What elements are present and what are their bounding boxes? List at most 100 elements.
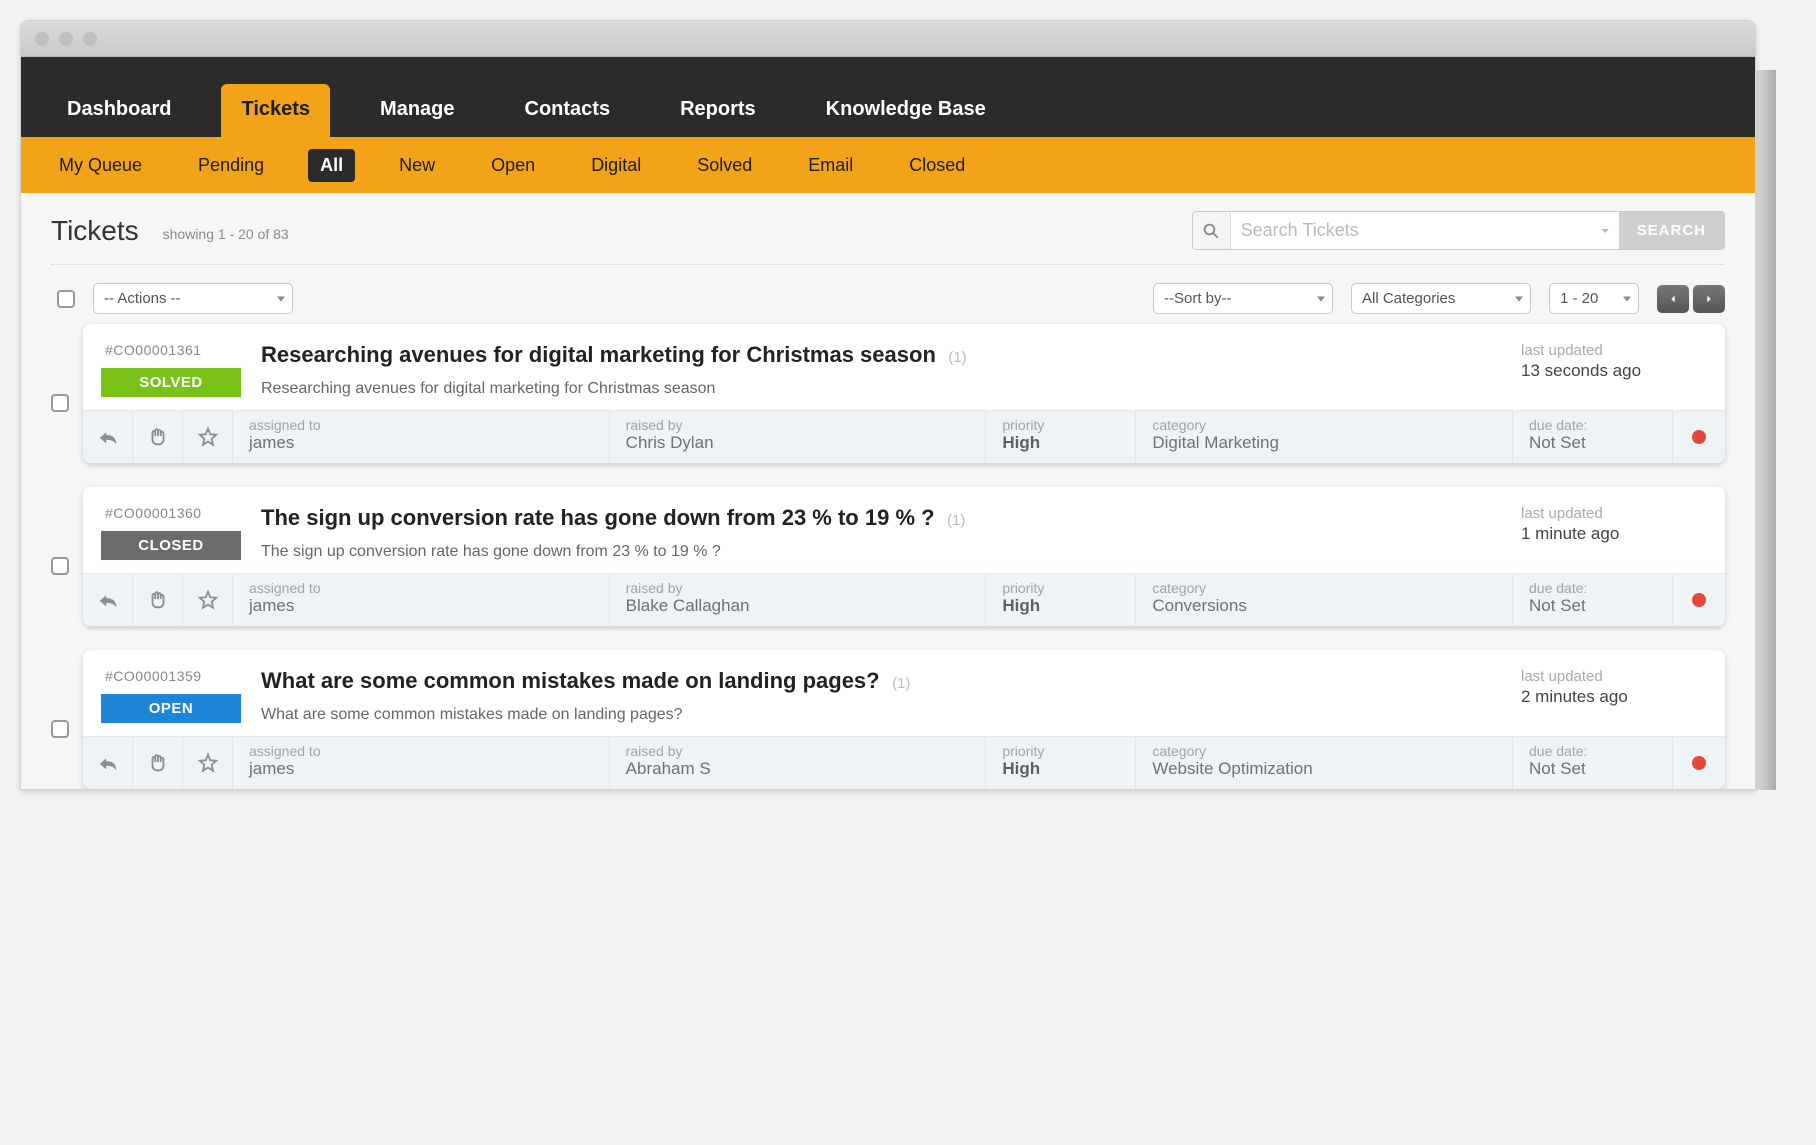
category-label: category bbox=[1152, 743, 1496, 759]
raised-by-value: Chris Dylan bbox=[626, 433, 970, 453]
search-icon[interactable] bbox=[1193, 212, 1231, 249]
ticket-description: Researching avenues for digital marketin… bbox=[261, 380, 1493, 398]
hand-icon[interactable] bbox=[133, 411, 183, 463]
reply-icon[interactable] bbox=[83, 411, 133, 463]
sort-select[interactable]: --Sort by-- bbox=[1153, 283, 1333, 314]
ticket-id: #CO00001361 bbox=[101, 342, 241, 358]
due-date-label: due date: bbox=[1529, 743, 1656, 759]
search-button[interactable]: SEARCH bbox=[1619, 212, 1724, 249]
star-icon[interactable] bbox=[183, 737, 233, 789]
ticket-title[interactable]: The sign up conversion rate has gone dow… bbox=[261, 505, 935, 530]
last-updated-label: last updated bbox=[1521, 668, 1703, 685]
window-control-min[interactable] bbox=[59, 32, 73, 46]
due-date-value: Not Set bbox=[1529, 433, 1656, 453]
subnav-item-solved[interactable]: Solved bbox=[685, 149, 764, 182]
nav-item-knowledge-base[interactable]: Knowledge Base bbox=[806, 84, 1006, 137]
pager-prev-button[interactable] bbox=[1657, 285, 1689, 313]
due-date-value: Not Set bbox=[1529, 759, 1656, 779]
due-date-value: Not Set bbox=[1529, 596, 1656, 616]
ticket-card[interactable]: #CO00001361 SOLVED Researching avenues f… bbox=[83, 324, 1725, 463]
window-control-close[interactable] bbox=[35, 32, 49, 46]
subnav-item-pending[interactable]: Pending bbox=[186, 149, 276, 182]
ticket-id: #CO00001360 bbox=[101, 505, 241, 521]
pager-next-button[interactable] bbox=[1693, 285, 1725, 313]
secondary-nav: My Queue Pending All New Open Digital Solved Em… bbox=[21, 137, 1755, 193]
assigned-to-label: assigned to bbox=[249, 417, 593, 433]
page-title: Tickets bbox=[51, 215, 139, 247]
category-value: Conversions bbox=[1152, 596, 1496, 616]
subnav-item-new[interactable]: New bbox=[387, 149, 447, 182]
raised-by-value: Blake Callaghan bbox=[626, 596, 970, 616]
reply-icon[interactable] bbox=[83, 737, 133, 789]
hand-icon[interactable] bbox=[133, 574, 183, 626]
priority-value: High bbox=[1002, 759, 1119, 779]
priority-value: High bbox=[1002, 596, 1119, 616]
window-shadow bbox=[1756, 70, 1776, 790]
last-updated-value: 13 seconds ago bbox=[1521, 361, 1703, 381]
reply-icon[interactable] bbox=[83, 574, 133, 626]
page-header: Tickets showing 1 - 20 of 83 SEARCH bbox=[51, 211, 1725, 265]
category-value: Digital Marketing bbox=[1152, 433, 1496, 453]
select-all-checkbox[interactable] bbox=[57, 290, 75, 308]
ticket-title[interactable]: Researching avenues for digital marketin… bbox=[261, 342, 936, 367]
ticket-checkbox[interactable] bbox=[51, 394, 69, 412]
ticket-checkbox[interactable] bbox=[51, 557, 69, 575]
nav-item-dashboard[interactable]: Dashboard bbox=[47, 84, 191, 137]
priority-label: priority bbox=[1002, 743, 1119, 759]
subnav-item-closed[interactable]: Closed bbox=[897, 149, 977, 182]
ticket-reply-count: (1) bbox=[947, 512, 965, 529]
ticket-list: #CO00001361 SOLVED Researching avenues f… bbox=[51, 324, 1725, 789]
search-filter-dropdown-icon[interactable] bbox=[1591, 212, 1619, 249]
ticket-row: #CO00001361 SOLVED Researching avenues f… bbox=[51, 324, 1725, 463]
ticket-status-badge: SOLVED bbox=[101, 368, 241, 397]
range-select[interactable]: 1 - 20 bbox=[1549, 283, 1639, 314]
status-dot-icon bbox=[1673, 574, 1725, 626]
ticket-reply-count: (1) bbox=[892, 675, 910, 692]
window-titlebar bbox=[21, 21, 1755, 57]
status-dot-icon bbox=[1673, 737, 1725, 789]
last-updated-label: last updated bbox=[1521, 505, 1703, 522]
category-label: category bbox=[1152, 417, 1496, 433]
subnav-item-digital[interactable]: Digital bbox=[579, 149, 653, 182]
last-updated-label: last updated bbox=[1521, 342, 1703, 359]
nav-item-manage[interactable]: Manage bbox=[360, 84, 474, 137]
subnav-item-email[interactable]: Email bbox=[796, 149, 865, 182]
priority-value: High bbox=[1002, 433, 1119, 453]
ticket-title[interactable]: What are some common mistakes made on la… bbox=[261, 668, 880, 693]
star-icon[interactable] bbox=[183, 574, 233, 626]
star-icon[interactable] bbox=[183, 411, 233, 463]
ticket-checkbox[interactable] bbox=[51, 720, 69, 738]
priority-label: priority bbox=[1002, 580, 1119, 596]
search-input[interactable] bbox=[1231, 212, 1591, 249]
last-updated-value: 2 minutes ago bbox=[1521, 687, 1703, 707]
nav-item-reports[interactable]: Reports bbox=[660, 84, 776, 137]
ticket-row: #CO00001360 CLOSED The sign up conversio… bbox=[51, 487, 1725, 626]
subnav-item-open[interactable]: Open bbox=[479, 149, 547, 182]
ticket-card[interactable]: #CO00001360 CLOSED The sign up conversio… bbox=[83, 487, 1725, 626]
ticket-status-badge: CLOSED bbox=[101, 531, 241, 560]
subnav-item-all[interactable]: All bbox=[308, 149, 355, 182]
actions-select[interactable]: -- Actions -- bbox=[93, 283, 293, 314]
raised-by-label: raised by bbox=[626, 743, 970, 759]
ticket-description: The sign up conversion rate has gone dow… bbox=[261, 543, 1493, 561]
ticket-id: #CO00001359 bbox=[101, 668, 241, 684]
priority-label: priority bbox=[1002, 417, 1119, 433]
due-date-label: due date: bbox=[1529, 417, 1656, 433]
raised-by-label: raised by bbox=[626, 580, 970, 596]
nav-item-tickets[interactable]: Tickets bbox=[221, 84, 330, 137]
nav-item-contacts[interactable]: Contacts bbox=[505, 84, 631, 137]
browser-window: Dashboard Tickets Manage Contacts Reports Kno… bbox=[20, 20, 1756, 790]
last-updated-value: 1 minute ago bbox=[1521, 524, 1703, 544]
hand-icon[interactable] bbox=[133, 737, 183, 789]
ticket-card[interactable]: #CO00001359 OPEN What are some common mi… bbox=[83, 650, 1725, 789]
category-select[interactable]: All Categories bbox=[1351, 283, 1531, 314]
subnav-item-my-queue[interactable]: My Queue bbox=[47, 149, 154, 182]
assigned-to-value: james bbox=[249, 433, 593, 453]
assigned-to-value: james bbox=[249, 759, 593, 779]
window-control-max[interactable] bbox=[83, 32, 97, 46]
ticket-row: #CO00001359 OPEN What are some common mi… bbox=[51, 650, 1725, 789]
category-label: category bbox=[1152, 580, 1496, 596]
list-toolbar: -- Actions -- --Sort by-- All Categories… bbox=[51, 265, 1725, 324]
assigned-to-value: james bbox=[249, 596, 593, 616]
raised-by-value: Abraham S bbox=[626, 759, 970, 779]
